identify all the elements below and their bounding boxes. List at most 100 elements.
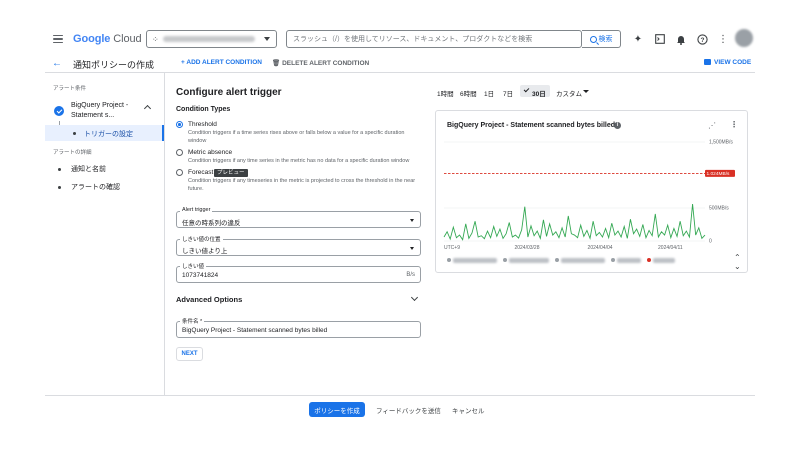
threshold-value-label: しきい値	[180, 262, 207, 270]
chevron-down-icon[interactable]	[410, 293, 419, 302]
search-button[interactable]: 検索	[582, 30, 621, 48]
menu-icon[interactable]	[53, 35, 63, 43]
legend-text-redacted	[453, 257, 497, 263]
radio-threshold[interactable]	[176, 121, 183, 128]
back-arrow-icon[interactable]: ←	[52, 58, 62, 69]
chevron-down-icon[interactable]	[583, 90, 589, 93]
legend-swatch	[647, 258, 651, 262]
option-threshold-name: Threshold	[188, 121, 217, 128]
legend-entry[interactable]	[503, 257, 549, 263]
threshold-position-value: しきい値より上	[182, 248, 228, 255]
active-indicator	[162, 125, 164, 141]
left-nav: アラート条件 BigQuery Project - Statement s...…	[45, 73, 165, 395]
form-title: Configure alert trigger	[176, 87, 282, 98]
time-range-6h[interactable]: 6時間	[460, 88, 477, 98]
threshold-value-text: 1073741824	[182, 272, 219, 279]
time-range-30d[interactable]: 30日	[532, 88, 546, 98]
logo-google-text: Google	[73, 33, 111, 45]
chevron-up-icon[interactable]	[143, 104, 152, 113]
option-metric-absence-name: Metric absence	[188, 149, 233, 156]
delete-alert-condition-label: DELETE ALERT CONDITION	[282, 60, 370, 67]
legend-swatch	[503, 258, 507, 262]
time-range-1h[interactable]: 1時間	[437, 88, 454, 98]
add-alert-condition-button[interactable]: + ADD ALERT CONDITION	[181, 59, 262, 66]
x-tick-label: 2024/04/04	[588, 245, 613, 251]
legend-swatch	[611, 258, 615, 262]
dropdown-caret-icon	[410, 247, 414, 250]
threshold-position-select[interactable]: しきい値の位置 しきい値より上	[176, 235, 421, 256]
legend-entry[interactable]	[647, 257, 675, 263]
add-alert-condition-label: ADD ALERT CONDITION	[186, 59, 262, 66]
bell-icon[interactable]	[675, 33, 687, 45]
terminal-icon[interactable]	[654, 33, 666, 45]
legend-entry[interactable]	[611, 257, 641, 263]
legend-swatch	[555, 258, 559, 262]
delete-alert-condition-button[interactable]: 🗑 DELETE ALERT CONDITION	[272, 59, 369, 67]
alert-trigger-select[interactable]: Alert trigger 任意の時系列の違反	[176, 207, 421, 228]
threshold-position-label: しきい値の位置	[180, 235, 223, 243]
threshold-unit: B/s	[406, 272, 415, 278]
condition-name-value: BigQuery Project - Statement scanned byt…	[182, 327, 328, 334]
project-icon: ⁘	[152, 34, 159, 44]
help-icon[interactable]: ?	[696, 33, 708, 45]
view-code-button[interactable]: VIEW CODE	[704, 59, 751, 66]
nav-section-details: アラートの詳細	[53, 150, 92, 156]
page-title: 通知ポリシーの作成	[73, 60, 155, 70]
search-button-label: 検索	[598, 36, 613, 43]
legend-text-redacted	[653, 257, 675, 263]
dropdown-caret-icon	[410, 219, 414, 222]
series-line	[443, 203, 706, 241]
search-icon	[589, 35, 597, 43]
y-tick-label: 1,500MB/s	[709, 140, 733, 146]
time-range-7d[interactable]: 7日	[503, 88, 513, 98]
search-input[interactable]: スラッシュ（/）を使用してリソース、ドキュメント、プロダクトなどを検索	[286, 30, 582, 48]
condition-name-input[interactable]: 条件名 * BigQuery Project - Statement scann…	[176, 317, 421, 338]
nav-item-trigger-label: トリガーの設定	[84, 131, 133, 138]
more-vert-icon[interactable]: ⋮	[717, 33, 729, 45]
create-policy-button[interactable]: ポリシーを作成	[309, 402, 365, 417]
send-feedback-link[interactable]: フィードバックを送信	[376, 405, 441, 415]
y-tick-label: 500MB/s	[709, 206, 729, 212]
threshold-value-input[interactable]: しきい値 1073741824 B/s	[176, 262, 421, 283]
x-tick-label: 2024/04/11	[658, 245, 683, 251]
chart-legend	[447, 256, 712, 264]
radio-metric-absence[interactable]	[176, 149, 183, 156]
nav-item-project-condition[interactable]: BigQuery Project - Statement s...	[71, 101, 141, 121]
x-tick-label: UTC+9	[444, 245, 460, 251]
gemini-icon[interactable]: ✦	[632, 33, 644, 45]
option-forecast-name: Forecast	[188, 169, 214, 176]
nav-item-trigger[interactable]: トリガーの設定	[45, 125, 164, 141]
radio-forecast[interactable]	[176, 169, 183, 176]
logo-cloud-text: Cloud	[113, 33, 142, 45]
expand-icon[interactable]: ⌃ ⌄	[734, 253, 741, 271]
footer-divider	[45, 395, 755, 396]
code-icon	[704, 59, 711, 65]
condition-name-label: 条件名 *	[180, 317, 205, 325]
next-button[interactable]: NEXT	[176, 347, 203, 361]
nav-section-conditions: アラート条件	[53, 86, 87, 92]
legend-entry[interactable]	[555, 257, 605, 263]
trash-icon: 🗑	[272, 60, 283, 67]
avatar[interactable]	[735, 29, 753, 47]
legend-text-redacted	[617, 257, 641, 263]
legend-text-redacted	[509, 257, 549, 263]
svg-text:?: ?	[700, 36, 704, 43]
google-cloud-logo[interactable]: Google Cloud	[73, 33, 142, 45]
bullet-icon	[58, 186, 61, 189]
nav-item-notify[interactable]: 通知と名前	[71, 164, 106, 174]
option-threshold-desc: Condition triggers if a time series rise…	[188, 130, 405, 144]
option-forecast-desc: Condition triggers if any timeseries in …	[188, 178, 416, 192]
check-circle-icon	[54, 106, 64, 116]
nav-item-review[interactable]: アラートの確認	[71, 182, 120, 192]
chevron-down-icon	[264, 37, 270, 41]
bullet-icon	[73, 131, 76, 135]
cancel-button[interactable]: キャンセル	[452, 405, 485, 415]
time-range-custom[interactable]: カスタム	[556, 88, 582, 98]
legend-swatch	[447, 258, 451, 262]
advanced-options-toggle[interactable]: Advanced Options	[176, 295, 242, 304]
time-range-1d[interactable]: 1日	[484, 88, 494, 98]
project-picker[interactable]: ⁘	[146, 30, 277, 48]
alert-trigger-label: Alert trigger	[180, 207, 213, 213]
legend-entry[interactable]	[447, 257, 497, 263]
condition-types-label: Condition Types	[176, 106, 231, 113]
